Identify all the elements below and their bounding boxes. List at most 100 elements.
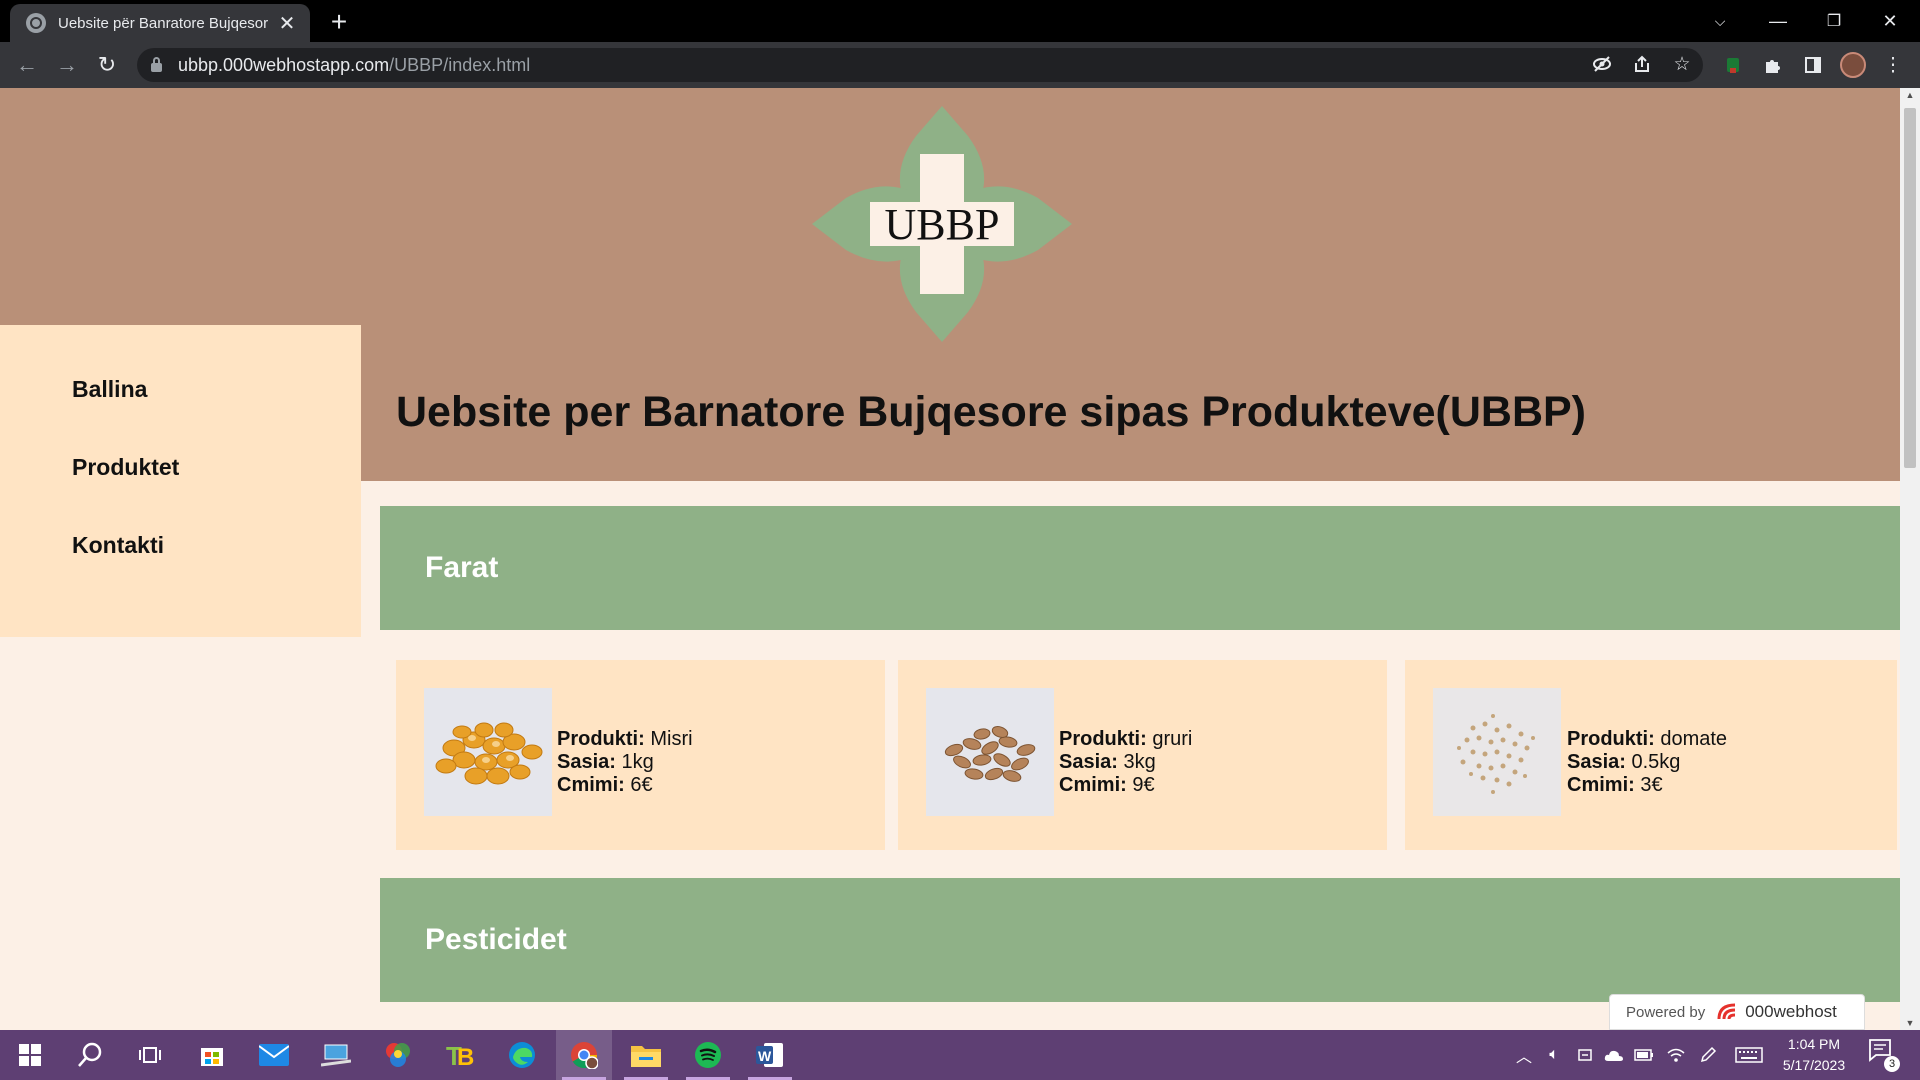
scroll-down-arrow-icon[interactable]: ▼ (1900, 1016, 1920, 1030)
site-logo[interactable]: UBBP (812, 106, 1072, 342)
product-card: Produkti: Misri Sasia: 1kg Cmimi: 6€ (396, 660, 885, 850)
clock-time: 1:04 PM (1787, 1036, 1841, 1052)
wifi-icon[interactable] (1662, 1030, 1690, 1080)
product-name: Misri (650, 728, 693, 750)
restore-button[interactable]: ❐ (1806, 0, 1862, 42)
browser-toolbar: ← → ↻ ubbp.000webhostapp.com/UBBP/index.… (0, 42, 1920, 88)
product-label: Produkti: (1059, 728, 1147, 750)
browser-menu-icon[interactable]: ⋮ (1878, 50, 1908, 80)
tray-overflow-chevron-icon[interactable]: ︿ (1512, 1030, 1536, 1080)
product-card: Produkti: gruri Sasia: 3kg Cmimi: 9€ (898, 660, 1387, 850)
address-bar[interactable]: ubbp.000webhostapp.com/UBBP/index.html (137, 48, 1703, 82)
close-window-button[interactable]: ✕ (1862, 0, 1918, 42)
share-icon[interactable] (1628, 50, 1656, 78)
logo-text: UBBP (884, 199, 1000, 249)
section-header-farat: Farat (380, 506, 1900, 630)
page-title: Uebsite per Barnatore Bujqesore sipas Pr… (396, 388, 1586, 436)
nav-link-produktet[interactable]: Produktet (72, 455, 361, 533)
price-label: Cmimi: (1059, 774, 1127, 796)
section-title: Pesticidet (425, 923, 567, 956)
remote-desktop-icon[interactable] (308, 1030, 364, 1080)
svg-text:B: B (457, 1044, 474, 1069)
file-explorer-icon[interactable] (618, 1030, 674, 1080)
nav-link-ballina[interactable]: Ballina (72, 377, 361, 455)
word-icon[interactable]: W (742, 1030, 798, 1080)
product-info: Produkti: Misri Sasia: 1kg Cmimi: 6€ (557, 728, 693, 797)
system-clock[interactable]: 1:04 PM 5/17/2023 (1764, 1034, 1864, 1076)
bookmark-star-icon[interactable]: ☆ (1668, 50, 1696, 78)
task-view-icon[interactable] (122, 1030, 178, 1080)
globe-icon (26, 13, 46, 33)
forward-button[interactable]: → (52, 50, 82, 80)
price-label: Cmimi: (1567, 774, 1635, 796)
product-card: Produkti: domate Sasia: 0.5kg Cmimi: 3€ (1405, 660, 1897, 850)
spotify-icon[interactable] (680, 1030, 736, 1080)
product-price: 3€ (1640, 774, 1663, 796)
profile-avatar[interactable] (1838, 50, 1868, 80)
volume-icon[interactable]: 🔈︎ (1540, 1030, 1568, 1080)
pen-icon[interactable] (1694, 1030, 1722, 1080)
sidebar-nav: Ballina Produktet Kontakti (0, 325, 361, 637)
browser-tab-strip: Uebsite për Banratore Bujqesore ✕ + ⌵ — … (0, 0, 1920, 42)
powered-by-brand: 000webhost (1745, 1002, 1837, 1021)
product-label: Produkti: (557, 728, 645, 750)
clock-date: 5/17/2023 (1782, 1057, 1846, 1073)
webhost-logo-icon (1717, 1003, 1736, 1020)
product-name: domate (1660, 728, 1728, 750)
scrollbar-thumb[interactable] (1904, 108, 1916, 468)
color-app-icon[interactable] (370, 1030, 426, 1080)
tracking-protection-icon[interactable] (1588, 50, 1616, 78)
tab-title: Uebsite për Banratore Bujqesore (58, 14, 268, 32)
onedrive-icon[interactable] (1600, 1030, 1628, 1080)
quantity-label: Sasia: (1567, 751, 1626, 773)
lock-icon[interactable] (151, 56, 162, 72)
section-header-pesticidet: Pesticidet (380, 878, 1900, 1002)
price-label: Cmimi: (557, 774, 625, 796)
new-tab-button[interactable]: + (324, 6, 354, 38)
tab-search-icon[interactable]: ⌵ (1692, 0, 1748, 42)
product-info: Produkti: gruri Sasia: 3kg Cmimi: 9€ (1059, 728, 1192, 797)
page-viewport: UBBP Uebsite per Barnatore Bujqesore sip… (0, 88, 1900, 1030)
touch-keyboard-icon[interactable] (1732, 1030, 1766, 1080)
url-host: ubbp.000webhostapp.com (178, 54, 390, 75)
side-panel-icon[interactable] (1798, 50, 1828, 80)
powered-by-badge[interactable]: Powered by 000webhost (1609, 994, 1865, 1030)
product-label: Produkti: (1567, 728, 1655, 750)
edge-browser-icon[interactable] (494, 1030, 550, 1080)
product-info: Produkti: domate Sasia: 0.5kg Cmimi: 3€ (1567, 728, 1727, 797)
battery-icon[interactable] (1630, 1030, 1658, 1080)
notification-center-icon[interactable]: 3 (1868, 1038, 1902, 1072)
extension-green-icon[interactable] (1718, 50, 1748, 80)
tb-app-icon[interactable]: TB (432, 1030, 488, 1080)
section-title: Farat (425, 551, 499, 584)
extensions-puzzle-icon[interactable] (1758, 50, 1788, 80)
browser-tab[interactable]: Uebsite për Banratore Bujqesore ✕ (10, 4, 310, 42)
product-image-corn (424, 688, 552, 816)
chrome-browser-icon[interactable] (556, 1030, 612, 1080)
powered-by-text: Powered by (1626, 1003, 1706, 1021)
svg-text:W: W (758, 1048, 772, 1064)
minimize-button[interactable]: — (1750, 0, 1806, 42)
microsoft-store-icon[interactable] (184, 1030, 240, 1080)
product-quantity: 1kg (621, 751, 654, 773)
back-button[interactable]: ← (12, 50, 42, 80)
page-scrollbar[interactable]: ▲ ▼ (1900, 88, 1920, 1030)
url-path: /UBBP/index.html (389, 54, 531, 75)
close-tab-icon[interactable]: ✕ (276, 11, 298, 36)
quantity-label: Sasia: (557, 751, 616, 773)
meet-now-icon[interactable] (1572, 1030, 1598, 1080)
product-quantity: 3kg (1123, 751, 1156, 773)
reload-button[interactable]: ↻ (92, 50, 122, 80)
product-name: gruri (1152, 728, 1193, 750)
windows-start-icon[interactable] (2, 1030, 58, 1080)
product-quantity: 0.5kg (1631, 751, 1681, 773)
search-icon[interactable] (62, 1030, 118, 1080)
scroll-up-arrow-icon[interactable]: ▲ (1900, 88, 1920, 102)
windows-taskbar: TB W ︿ 🔈︎ 1:04 PM 5/17/2023 3 (0, 1030, 1920, 1080)
product-price: 9€ (1132, 774, 1155, 796)
product-price: 6€ (630, 774, 653, 796)
quantity-label: Sasia: (1059, 751, 1118, 773)
product-image-wheat (926, 688, 1054, 816)
mail-icon[interactable] (246, 1030, 302, 1080)
nav-link-kontakti[interactable]: Kontakti (72, 533, 361, 611)
